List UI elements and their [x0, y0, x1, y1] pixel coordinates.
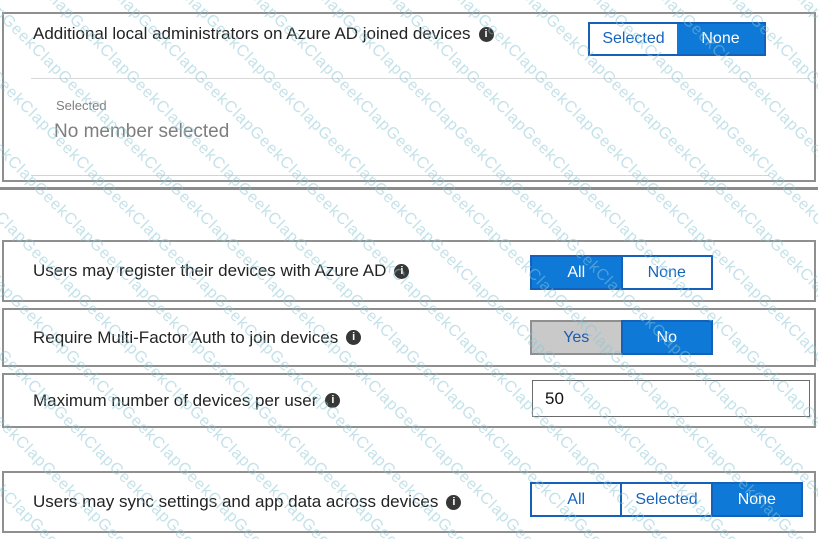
- local-admins-option-selected[interactable]: Selected: [590, 24, 677, 54]
- register-devices-toggle: All None: [530, 255, 713, 290]
- max-devices-input[interactable]: [532, 380, 810, 417]
- section-require-mfa: Require Multi-Factor Auth to join device…: [2, 308, 816, 367]
- register-devices-label: Users may register their devices with Az…: [33, 261, 386, 281]
- sync-settings-label: Users may sync settings and app data acr…: [33, 492, 438, 512]
- sync-settings-option-selected[interactable]: Selected: [620, 484, 710, 515]
- sync-settings-toggle: All Selected None: [530, 482, 803, 517]
- require-mfa-label-row: Require Multi-Factor Auth to join device…: [33, 328, 361, 348]
- require-mfa-option-no[interactable]: No: [621, 320, 714, 355]
- info-icon[interactable]: i: [394, 264, 409, 279]
- sync-settings-label-row: Users may sync settings and app data acr…: [33, 492, 461, 512]
- local-admins-label-row: Additional local administrators on Azure…: [33, 24, 494, 44]
- local-admins-option-none[interactable]: None: [677, 24, 764, 54]
- sync-settings-option-all[interactable]: All: [532, 484, 620, 515]
- max-devices-label-row: Maximum number of devices per user i: [33, 391, 340, 411]
- local-admins-label: Additional local administrators on Azure…: [33, 24, 471, 44]
- max-devices-label: Maximum number of devices per user: [33, 391, 317, 411]
- register-devices-option-all[interactable]: All: [532, 257, 621, 288]
- register-devices-option-none[interactable]: None: [621, 257, 712, 288]
- divider: [31, 175, 769, 176]
- section-sync-settings: Users may sync settings and app data acr…: [2, 471, 816, 533]
- sync-settings-option-none[interactable]: None: [711, 484, 801, 515]
- section-local-admins: Additional local administrators on Azure…: [2, 12, 816, 182]
- device-settings-page: Additional local administrators on Azure…: [0, 0, 818, 539]
- info-icon[interactable]: i: [446, 495, 461, 510]
- register-devices-label-row: Users may register their devices with Az…: [33, 261, 409, 281]
- horizontal-rule: [0, 187, 818, 190]
- member-picker-heading: Selected: [56, 98, 107, 113]
- local-admins-toggle: Selected None: [588, 22, 766, 56]
- info-icon[interactable]: i: [346, 330, 361, 345]
- require-mfa-option-yes[interactable]: Yes: [530, 320, 621, 355]
- require-mfa-toggle: Yes No: [530, 320, 713, 355]
- info-icon[interactable]: i: [325, 393, 340, 408]
- section-register-devices: Users may register their devices with Az…: [2, 240, 816, 302]
- divider: [31, 78, 810, 79]
- info-icon[interactable]: i: [479, 27, 494, 42]
- section-max-devices: Maximum number of devices per user i: [2, 373, 816, 428]
- member-picker-empty-text: No member selected: [54, 121, 229, 143]
- require-mfa-label: Require Multi-Factor Auth to join device…: [33, 328, 338, 348]
